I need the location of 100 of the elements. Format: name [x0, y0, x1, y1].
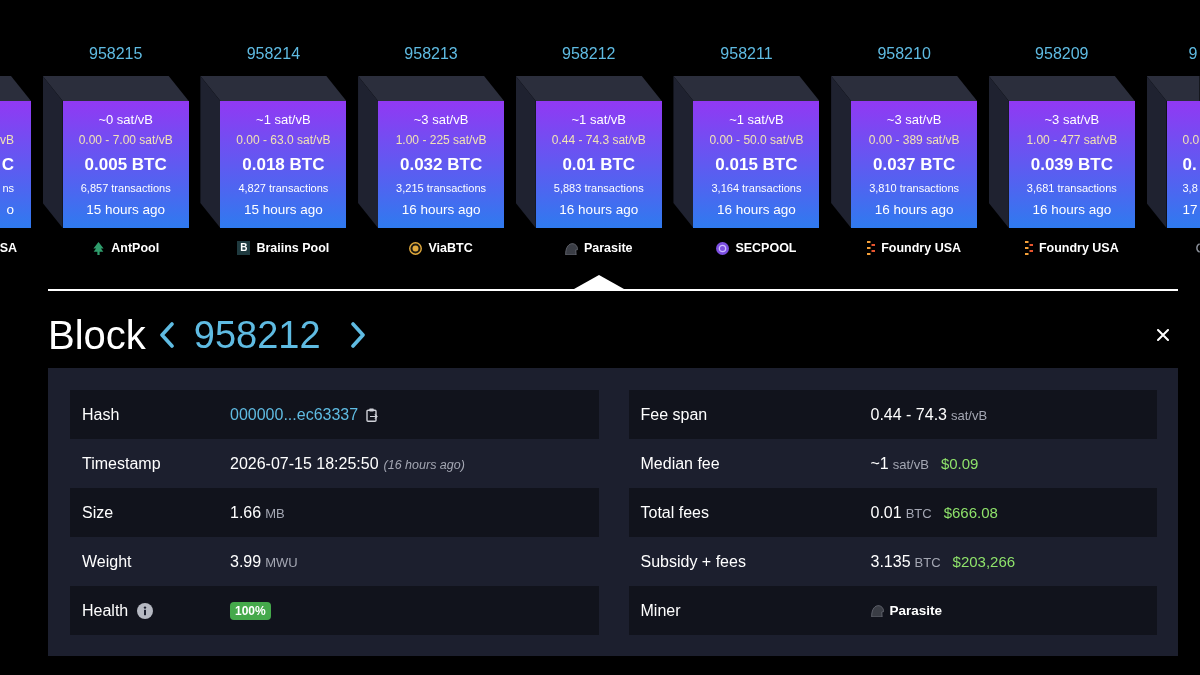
block-total: 0.005 BTC: [84, 154, 167, 176]
fee-range: 0.00 - 50.0 sat/vB: [709, 132, 804, 149]
stacked-dashes-icon: [867, 241, 876, 255]
fee-range: vB: [0, 132, 14, 149]
block-age: 17: [1182, 201, 1198, 219]
field-label: Health: [82, 601, 129, 620]
transaction-count: 3,8: [1182, 181, 1198, 196]
unit-label: sat/vB: [951, 407, 988, 423]
median-fee: ~0 sat/vB: [98, 111, 153, 129]
block-total: C: [1, 154, 14, 176]
block-age: 16 hours ago: [401, 201, 481, 219]
miner-name[interactable]: Foundry USA: [881, 241, 962, 255]
miner-name[interactable]: SECPOOL: [735, 241, 797, 255]
hooded-figure-icon: [870, 604, 884, 617]
median-fee: ~1 sat/vB: [571, 111, 627, 129]
info-icon[interactable]: [137, 602, 154, 619]
field-value: 3.99: [230, 552, 262, 571]
transaction-count: 4,827 transactions: [238, 181, 329, 196]
field-label: Median fee: [640, 454, 720, 473]
next-button[interactable]: [349, 322, 366, 348]
copy-icon[interactable]: [366, 407, 379, 422]
median-fee: ~3 sat/vB: [1044, 111, 1100, 129]
miner-name[interactable]: Parasite: [889, 603, 943, 618]
transaction-count: 3,681 transactions: [1026, 181, 1117, 196]
field-label: Total fees: [640, 503, 709, 522]
block-height[interactable]: 9: [1188, 44, 1198, 64]
transaction-count: 5,883 transactions: [553, 181, 644, 196]
previous-button[interactable]: [158, 322, 175, 348]
field-label: Size: [82, 503, 114, 522]
miner-name[interactable]: AntPool: [111, 241, 160, 255]
disc-icon: [716, 241, 730, 255]
unit-label: BTC: [905, 505, 932, 521]
median-fee: ~3 sat/vB: [413, 111, 469, 129]
block-age: 15 hours ago: [86, 201, 166, 219]
fiat-value: $0.09: [940, 454, 979, 472]
block-total: 0.015 BTC: [715, 154, 798, 176]
stacked-dashes-icon: [1024, 241, 1033, 255]
median-fee: ~3 sat/vB: [886, 111, 942, 129]
block-height[interactable]: 958210: [877, 44, 931, 64]
field-label: Weight: [82, 552, 132, 571]
fee-range: 1.00 - 225 sat/vB: [395, 132, 487, 149]
block-height[interactable]: 958211: [720, 44, 773, 64]
miner-name[interactable]: Foundry USA: [1038, 241, 1119, 255]
health-badge: 100%: [230, 601, 271, 620]
block-age: o: [6, 201, 14, 219]
block-height[interactable]: 958215: [89, 44, 143, 64]
coin-icon: [409, 241, 423, 255]
unit-label: sat/vB: [892, 456, 929, 472]
field-value: 0.01: [870, 503, 902, 522]
field-label: Timestamp: [82, 454, 161, 473]
transaction-count: 3,810 transactions: [869, 181, 960, 196]
miner-name[interactable]: Braiins Pool: [256, 241, 330, 255]
median-fee: ~1 sat/vB: [729, 111, 784, 129]
field-label: Hash: [82, 405, 120, 424]
block-height[interactable]: 958213: [404, 44, 458, 64]
block-height[interactable]: 958214: [246, 44, 301, 64]
block-height-link[interactable]: 958212: [193, 312, 321, 358]
field-value: 0.44 - 74.3: [870, 405, 947, 424]
fee-range: 0.00 - 7.00 sat/vB: [78, 132, 173, 149]
field-label: Subsidy + fees: [640, 552, 746, 571]
field-value: ~1: [870, 454, 889, 473]
block-total: 0.039 BTC: [1030, 154, 1113, 176]
block-height[interactable]: 958212: [562, 44, 616, 64]
page-title: Block: [48, 312, 146, 358]
transaction-count: 6,857 transactions: [80, 181, 171, 196]
field-value: 1.66: [230, 503, 262, 522]
fee-range: 0.00 - 389 sat/vB: [868, 132, 960, 149]
median-fee: ~1 sat/vB: [256, 111, 311, 129]
block-total: 0.01 BTC: [562, 154, 636, 176]
block-age: 16 hours ago: [874, 201, 954, 219]
relative-time: (16 hours ago): [383, 457, 465, 472]
block-age: 15 hours ago: [243, 201, 323, 219]
fee-range: 0.44 - 74.3 sat/vB: [551, 132, 646, 149]
field-value: 3.135: [870, 552, 911, 571]
block-age: 16 hours ago: [1032, 201, 1112, 219]
ring-icon: [1195, 242, 1200, 254]
fee-range: 1.00 - 477 sat/vB: [1026, 132, 1118, 149]
block-total: 0.: [1182, 154, 1197, 176]
miner-name[interactable]: SA: [0, 241, 17, 255]
block-age: 16 hours ago: [717, 201, 796, 219]
hash-link[interactable]: 000000...ec63337: [230, 405, 359, 424]
miner-name[interactable]: Parasite: [583, 241, 633, 255]
fiat-value: $203,266: [952, 552, 1016, 570]
transaction-count: ns: [2, 181, 14, 196]
fiat-value: $666.08: [943, 503, 998, 521]
field-label: Fee span: [640, 405, 708, 424]
unit-label: MWU: [265, 554, 298, 570]
transaction-count: 3,164 transactions: [711, 181, 802, 196]
block-total: 0.037 BTC: [873, 154, 956, 176]
transaction-count: 3,215 transactions: [396, 181, 486, 196]
block-total: 0.018 BTC: [242, 154, 325, 176]
fee-range: 0.00 - 63.0 sat/vB: [236, 132, 331, 149]
block-age: 16 hours ago: [559, 201, 639, 219]
close-button[interactable]: [1157, 329, 1169, 341]
miner-name[interactable]: ViaBTC: [428, 241, 473, 255]
tree-icon: [92, 241, 106, 255]
fee-range: 0.0: [1182, 132, 1200, 149]
letter-logo: B: [237, 241, 251, 255]
hooded-figure-icon: [564, 241, 578, 255]
block-height[interactable]: 958209: [1035, 44, 1089, 64]
